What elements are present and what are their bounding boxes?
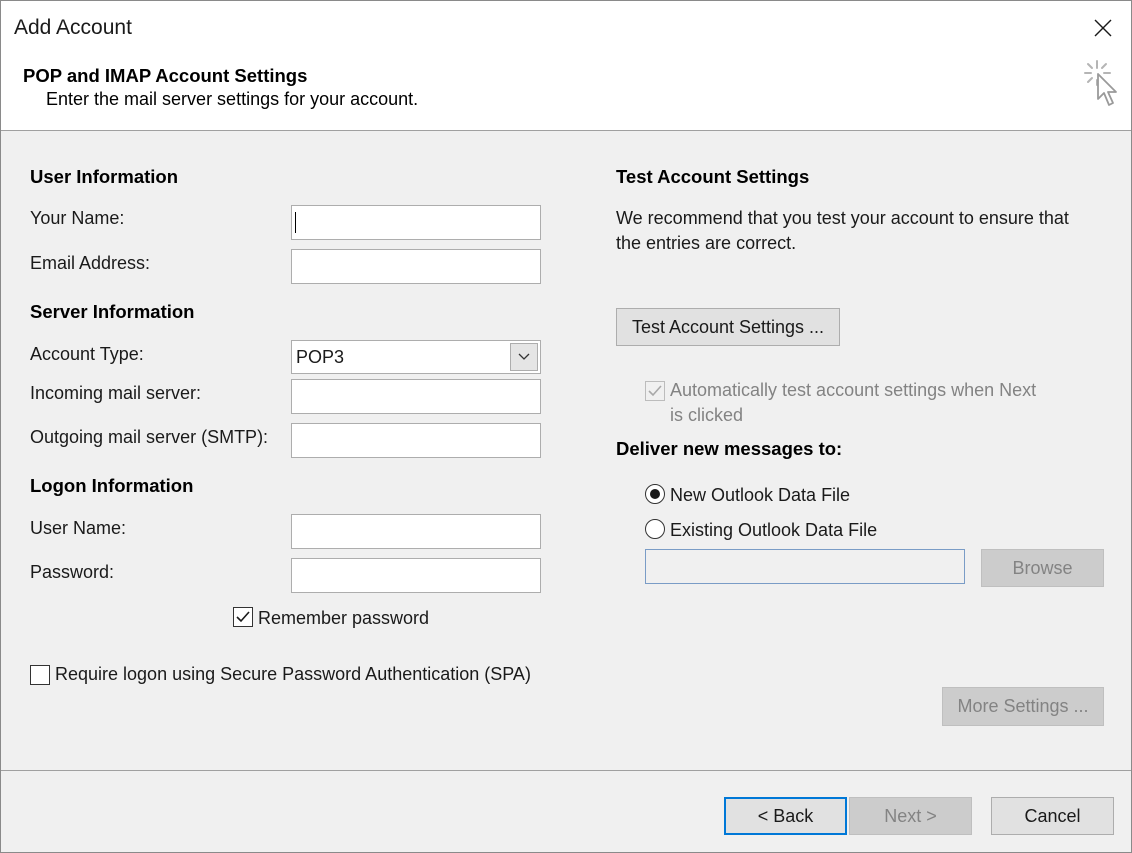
account-type-value: POP3 — [296, 347, 345, 367]
new-data-file-radio[interactable] — [645, 484, 665, 504]
password-input[interactable] — [291, 558, 541, 593]
user-information-heading: User Information — [30, 166, 179, 187]
username-input[interactable] — [291, 514, 541, 549]
username-label: User Name: — [30, 518, 127, 538]
existing-data-file-label[interactable]: Existing Outlook Data File — [670, 520, 877, 541]
text-caret — [295, 212, 296, 233]
existing-data-file-path-input[interactable] — [645, 549, 965, 584]
chevron-down-icon — [518, 353, 530, 360]
auto-test-checkbox[interactable] — [645, 381, 665, 401]
window-title: Add Account — [14, 16, 132, 39]
incoming-server-label: Incoming mail server: — [30, 383, 202, 403]
radio-selected-icon — [650, 489, 660, 499]
back-button[interactable]: < Back — [724, 797, 847, 835]
cancel-button[interactable]: Cancel — [991, 797, 1114, 835]
server-information-heading: Server Information — [30, 301, 195, 322]
outgoing-server-input[interactable] — [291, 423, 541, 458]
existing-data-file-radio[interactable] — [645, 519, 665, 539]
your-name-input[interactable] — [291, 205, 541, 240]
close-icon — [1094, 19, 1112, 37]
password-label: Password: — [30, 562, 115, 582]
auto-test-label-line2: is clicked — [670, 405, 744, 425]
wizard-footer: < Back Next > Cancel — [1, 770, 1131, 852]
browse-button[interactable]: Browse — [981, 549, 1104, 587]
logon-information-heading: Logon Information — [30, 475, 194, 496]
remember-password-label[interactable]: Remember password — [258, 608, 429, 629]
outgoing-server-label: Outgoing mail server (SMTP): — [30, 427, 269, 447]
auto-test-label-line1: Automatically test account settings when… — [670, 380, 1037, 400]
wizard-header: POP and IMAP Account Settings Enter the … — [1, 55, 1131, 131]
spa-checkbox[interactable] — [30, 665, 50, 685]
wizard-content: User Information Your Name: Email Addres… — [1, 132, 1131, 770]
test-account-settings-button[interactable]: Test Account Settings ... — [616, 308, 840, 346]
more-settings-button[interactable]: More Settings ... — [942, 687, 1104, 726]
add-account-dialog: Add Account POP and IMAP Account Setting… — [0, 0, 1132, 853]
spa-label[interactable]: Require logon using Secure Password Auth… — [55, 664, 531, 685]
header-title: POP and IMAP Account Settings — [23, 65, 308, 86]
email-address-input[interactable] — [291, 249, 541, 284]
email-address-label: Email Address: — [30, 253, 151, 273]
test-settings-heading: Test Account Settings — [616, 166, 810, 187]
your-name-label: Your Name: — [30, 208, 125, 228]
test-description-line1: We recommend that you test your account … — [616, 208, 1069, 228]
checkmark-icon — [236, 611, 250, 623]
next-button[interactable]: Next > — [849, 797, 972, 835]
new-data-file-label[interactable]: New Outlook Data File — [670, 485, 850, 506]
remember-password-checkbox[interactable] — [233, 607, 253, 627]
checkmark-icon — [648, 385, 662, 397]
wizard-cursor-icon — [1084, 60, 1117, 106]
header-subtitle: Enter the mail server settings for your … — [46, 89, 419, 109]
account-type-label: Account Type: — [30, 344, 144, 364]
close-button[interactable] — [1083, 9, 1123, 47]
test-description-line2: the entries are correct. — [616, 233, 797, 253]
incoming-server-input[interactable] — [291, 379, 541, 414]
deliver-heading: Deliver new messages to: — [616, 438, 843, 459]
title-bar: Add Account — [1, 1, 1131, 55]
account-type-dropdown-button[interactable] — [510, 343, 538, 371]
account-type-select[interactable]: POP3 — [291, 340, 541, 374]
